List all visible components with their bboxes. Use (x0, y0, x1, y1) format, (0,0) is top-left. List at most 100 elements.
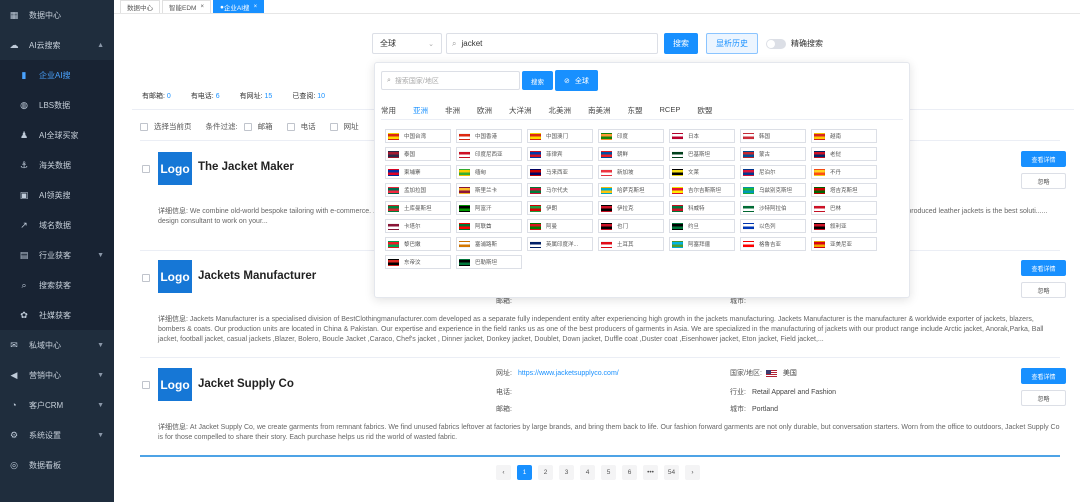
company-name[interactable]: Jackets Manufacturer (198, 270, 316, 282)
search-button[interactable]: 搜索 (664, 33, 698, 54)
country-chip[interactable]: 东帝汶 (385, 255, 451, 269)
country-chip[interactable]: 尼泊尔 (740, 165, 806, 179)
sidebar-item[interactable]: ⌕ 搜索获客 (0, 270, 114, 300)
continent-tab[interactable]: 南美洲 (588, 105, 611, 120)
sidebar-item[interactable]: ♟ AI全球买家 (0, 120, 114, 150)
country-chip[interactable]: 科威特 (669, 201, 735, 215)
country-chip[interactable]: 卡塔尔 (385, 219, 451, 233)
country-chip[interactable]: 孟加拉国 (385, 183, 451, 197)
sidebar-item[interactable]: ◔ 客户CRM ▼ (0, 390, 114, 420)
country-chip[interactable]: 文莱 (669, 165, 735, 179)
country-chip[interactable]: 蒙古 (740, 147, 806, 161)
country-chip[interactable]: 约旦 (669, 219, 735, 233)
sidebar-item[interactable]: ⚙ 系统设置 ▼ (0, 420, 114, 450)
next-page-button[interactable]: › (685, 465, 700, 480)
country-chip[interactable]: 土库曼斯坦 (385, 201, 451, 215)
country-chip[interactable]: 伊朗 (527, 201, 593, 215)
filter-phone-checkbox[interactable] (286, 122, 295, 131)
company-checkbox[interactable] (142, 165, 150, 173)
ignore-button[interactable]: 忽略 (1021, 173, 1066, 189)
website-link[interactable]: https://www.jacketsupplyco.com/ (518, 370, 619, 377)
country-chip[interactable]: 印度尼西亚 (456, 147, 522, 161)
country-chip[interactable]: 伊拉克 (598, 201, 664, 215)
country-chip[interactable]: 中国台湾 (385, 129, 451, 143)
tab-data-center[interactable]: 数据中心 (120, 0, 160, 13)
sidebar-item[interactable]: ▣ AI领英搜 (0, 180, 114, 210)
ignore-button[interactable]: 忽略 (1021, 282, 1066, 298)
search-input[interactable]: ⌕ jacket (446, 33, 658, 54)
sidebar-item[interactable]: ✉ 私域中心 ▼ (0, 330, 114, 360)
country-search-input[interactable]: ⌕ 搜索国家/地区 (381, 71, 520, 90)
company-name[interactable]: The Jacket Maker (198, 161, 294, 173)
country-search-button[interactable]: 搜索 (522, 71, 553, 90)
company-name[interactable]: Jacket Supply Co (198, 378, 294, 390)
sidebar-item[interactable]: ◎ 数据看板 (0, 450, 114, 480)
country-chip[interactable]: 日本 (669, 129, 735, 143)
country-chip[interactable]: 巴基斯坦 (669, 147, 735, 161)
scope-select[interactable]: 全球 ⌄ (372, 33, 442, 54)
close-icon[interactable]: × (254, 4, 258, 10)
filter-email-checkbox[interactable] (243, 122, 252, 131)
sidebar-item[interactable]: ▦ 数据中心 (0, 0, 114, 30)
country-chip[interactable]: 黎巴嫩 (385, 237, 451, 251)
continent-tab[interactable]: 常用 (381, 105, 396, 120)
country-chip[interactable]: 吉尔吉斯斯坦 (669, 183, 735, 197)
country-chip[interactable]: 新加坡 (598, 165, 664, 179)
country-chip[interactable]: 叙利亚 (811, 219, 877, 233)
company-checkbox[interactable] (142, 381, 150, 389)
page-button[interactable]: 3 (559, 465, 574, 480)
continent-tab[interactable]: 亚洲 (413, 105, 428, 120)
country-chip[interactable]: 阿曼 (527, 219, 593, 233)
country-chip[interactable]: 中国澳门 (527, 129, 593, 143)
view-details-button[interactable]: 查看详情 (1021, 368, 1066, 384)
country-chip[interactable]: 沙特阿拉伯 (740, 201, 806, 215)
page-button[interactable]: 54 (664, 465, 679, 480)
continent-tab[interactable]: 欧盟 (697, 105, 712, 120)
sidebar-item[interactable]: ◍ LBS数据 (0, 90, 114, 120)
filter-web-checkbox[interactable] (329, 122, 338, 131)
country-chip[interactable]: 土耳其 (598, 237, 664, 251)
country-chip[interactable]: 乌兹别克斯坦 (740, 183, 806, 197)
history-button[interactable]: 显析历史 (706, 33, 758, 54)
country-chip[interactable]: 菲律宾 (527, 147, 593, 161)
country-chip[interactable]: 老挝 (811, 147, 877, 161)
country-chip[interactable]: 朝鲜 (598, 147, 664, 161)
select-page-checkbox[interactable] (140, 122, 148, 131)
country-chip[interactable]: 阿塞拜疆 (669, 237, 735, 251)
continent-tab[interactable]: 非洲 (445, 105, 460, 120)
country-chip[interactable]: 巴林 (811, 201, 877, 215)
country-chip[interactable]: 塔吉克斯坦 (811, 183, 877, 197)
country-chip[interactable]: 格鲁吉亚 (740, 237, 806, 251)
country-chip[interactable]: 韩国 (740, 129, 806, 143)
continent-tab[interactable]: RCEP (660, 105, 681, 120)
close-icon[interactable]: × (200, 4, 204, 10)
country-chip[interactable]: 马尔代夫 (527, 183, 593, 197)
sidebar-item[interactable]: ▤ 行业获客 ▼ (0, 240, 114, 270)
exact-search-toggle[interactable] (766, 38, 786, 49)
global-button[interactable]: ⊘ 全球 (555, 70, 598, 91)
country-chip[interactable]: 越南 (811, 129, 877, 143)
country-chip[interactable]: 哈萨克斯坦 (598, 183, 664, 197)
continent-tab[interactable]: 大洋洲 (509, 105, 532, 120)
country-chip[interactable]: 不丹 (811, 165, 877, 179)
country-chip[interactable]: 中国香港 (456, 129, 522, 143)
sidebar-item[interactable]: ⚓ 海关数据 (0, 150, 114, 180)
company-checkbox[interactable] (142, 274, 150, 282)
country-chip[interactable]: 泰国 (385, 147, 451, 161)
country-chip[interactable]: 巴勒斯坦 (456, 255, 522, 269)
sidebar-item[interactable]: ✿ 社媒获客 (0, 300, 114, 330)
page-button[interactable]: ••• (643, 465, 658, 480)
country-chip[interactable]: 印度 (598, 129, 664, 143)
sidebar-item[interactable]: ↗ 域名数据 (0, 210, 114, 240)
view-details-button[interactable]: 查看详情 (1021, 151, 1066, 167)
sidebar-item[interactable]: ☁ AI云搜索 ▲ (0, 30, 114, 60)
ignore-button[interactable]: 忽略 (1021, 390, 1066, 406)
page-button[interactable]: 2 (538, 465, 553, 480)
page-button[interactable]: 5 (601, 465, 616, 480)
continent-tab[interactable]: 东盟 (628, 105, 643, 120)
sidebar-item[interactable]: ▮ 企业AI搜 (0, 60, 114, 90)
sidebar-item[interactable]: ◀ 营销中心 ▼ (0, 360, 114, 390)
country-chip[interactable]: 以色列 (740, 219, 806, 233)
view-details-button[interactable]: 查看详情 (1021, 260, 1066, 276)
country-chip[interactable]: 缅甸 (456, 165, 522, 179)
